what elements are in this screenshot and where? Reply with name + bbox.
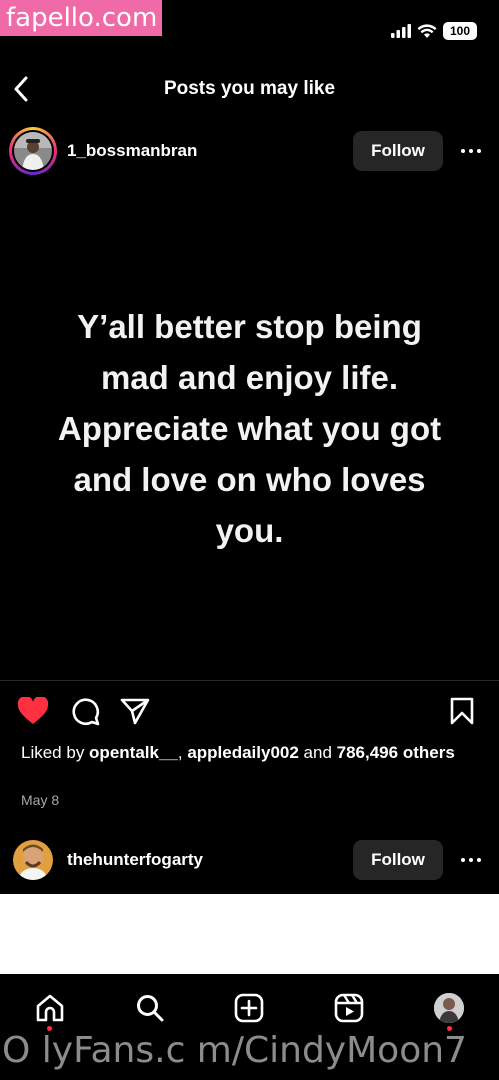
signal-icon [391, 24, 411, 38]
liked-by-prefix: Liked by [21, 743, 90, 762]
watermark-text: O lyFans.c m/CindyMoon7 [2, 1030, 467, 1071]
more-dot [469, 149, 473, 153]
more-dot [469, 858, 473, 862]
liked-user-link[interactable]: opentalk__ [89, 743, 178, 762]
post-quote-text: Y’all better stop being mad and enjoy li… [57, 307, 442, 549]
nav-profile[interactable] [429, 988, 469, 1028]
create-icon [234, 993, 264, 1023]
home-icon [36, 994, 64, 1022]
more-dot [477, 858, 481, 862]
send-icon [120, 698, 150, 725]
more-dot [477, 149, 481, 153]
next-post-image[interactable] [0, 894, 499, 974]
heart-icon [17, 697, 49, 724]
chevron-left-icon [14, 76, 28, 102]
more-options-button[interactable] [456, 136, 486, 166]
post-username[interactable]: 1_bossmanbran [67, 141, 197, 161]
divider [0, 680, 499, 681]
avatar[interactable] [9, 127, 57, 175]
page-header: Posts you may like [0, 62, 499, 116]
post-image[interactable]: Y’all better stop being mad and enjoy li… [0, 176, 499, 680]
avatar[interactable] [13, 840, 53, 880]
watermark-logo: fapello.com [0, 0, 162, 36]
avatar-image [13, 840, 53, 880]
wifi-icon [417, 23, 437, 38]
nav-search[interactable] [130, 988, 170, 1028]
likes-summary: Liked by opentalk__, appledaily002 and 7… [21, 742, 461, 763]
comment-button[interactable] [68, 694, 102, 728]
bookmark-icon [450, 697, 474, 725]
likes-count-link[interactable]: 786,496 others [337, 743, 455, 762]
post-date: May 8 [21, 792, 60, 808]
comment-icon [72, 698, 100, 726]
post-header: 1_bossmanbran Follow [0, 125, 499, 177]
more-horizontal-icon [461, 858, 465, 862]
share-button[interactable] [118, 694, 152, 728]
more-horizontal-icon [461, 149, 465, 153]
liked-separator: , [177, 743, 188, 762]
post-header: thehunterfogarty Follow [0, 834, 499, 886]
status-icons: 100 [391, 22, 477, 40]
liked-user-link[interactable]: appledaily002 [187, 743, 299, 762]
search-icon [137, 995, 164, 1022]
nav-create[interactable] [229, 988, 269, 1028]
battery-icon: 100 [443, 22, 477, 40]
reels-icon [334, 993, 364, 1023]
post-username[interactable]: thehunterfogarty [67, 850, 203, 870]
back-button[interactable] [6, 72, 36, 106]
avatar-image [14, 132, 52, 170]
follow-button[interactable]: Follow [353, 131, 443, 171]
more-options-button[interactable] [456, 845, 486, 875]
profile-avatar [434, 993, 464, 1023]
page-title: Posts you may like [163, 78, 336, 99]
nav-reels[interactable] [329, 988, 369, 1028]
save-button[interactable] [445, 694, 479, 728]
liked-and: and [298, 743, 337, 762]
follow-button[interactable]: Follow [353, 840, 443, 880]
nav-home[interactable] [30, 988, 70, 1028]
like-button[interactable] [16, 694, 50, 728]
post-actions [0, 690, 499, 734]
